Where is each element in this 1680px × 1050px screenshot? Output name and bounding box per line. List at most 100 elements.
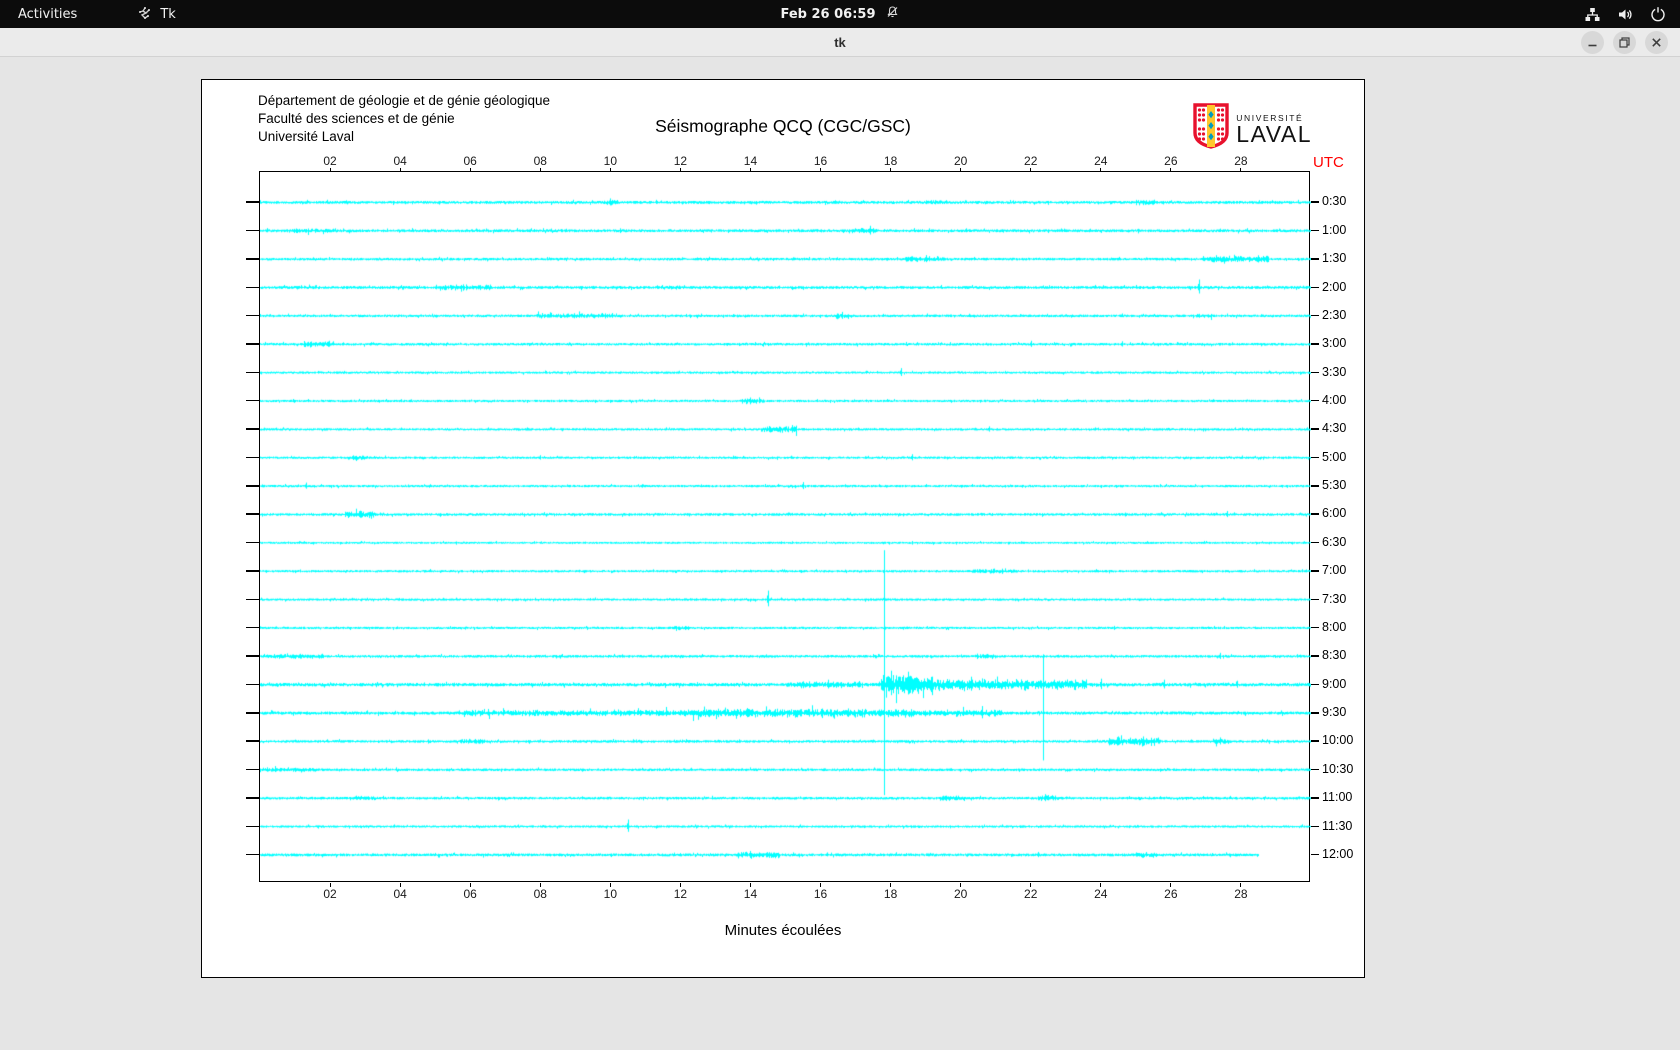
row-tick-right [1311, 797, 1319, 799]
x-tick-label: 08 [533, 154, 547, 168]
row-tick-left [246, 853, 260, 856]
row-tick-left [246, 598, 260, 601]
x-tick-label: 08 [533, 887, 547, 901]
window-titlebar[interactable]: tk [0, 28, 1680, 57]
row-tick-right [1311, 258, 1319, 260]
x-tick-label: 04 [393, 887, 407, 901]
x-tick [1240, 168, 1242, 172]
row-tick-right [1311, 740, 1319, 742]
x-tick [609, 168, 611, 172]
x-tick-label: 02 [323, 154, 337, 168]
x-tick-label: 02 [323, 887, 337, 901]
x-tick-label: 10 [603, 154, 618, 168]
minimize-button[interactable] [1581, 31, 1604, 54]
row-tick-left [246, 797, 260, 799]
volume-icon [1617, 6, 1634, 23]
close-button[interactable] [1645, 31, 1668, 54]
row-tick-left [246, 541, 260, 544]
row-tick-left [246, 201, 260, 203]
x-tick [1100, 168, 1102, 172]
activities-button[interactable]: Activities [0, 0, 95, 28]
app-menu-label: Tk [160, 6, 176, 22]
row-tick-left [246, 570, 260, 572]
x-tick-label: 10 [603, 887, 618, 901]
x-tick-label: 06 [463, 154, 477, 168]
row-tick-right [1311, 626, 1319, 629]
row-tick-right [1311, 343, 1319, 345]
row-tick-right [1311, 428, 1319, 430]
utc-time-label: 9:30 [1322, 705, 1347, 720]
utc-time-label: 4:30 [1322, 421, 1347, 436]
x-tick-label: 12 [673, 154, 688, 168]
row-tick-left [246, 626, 260, 629]
utc-time-label: 8:00 [1322, 619, 1347, 634]
row-tick-left [246, 712, 260, 714]
x-tick-label: 26 [1164, 887, 1178, 901]
row-tick-right [1311, 655, 1319, 657]
row-tick-left [246, 740, 260, 742]
notifications-muted-icon [886, 5, 900, 23]
utc-time-label: 4:00 [1322, 392, 1347, 407]
x-tick-label: 22 [1024, 154, 1038, 168]
window-title: tk [834, 34, 846, 50]
utc-time-label: 11:00 [1322, 790, 1353, 805]
row-tick-left [246, 286, 260, 288]
row-tick-right [1311, 456, 1319, 459]
clock-button[interactable]: Feb 26 06:59 [781, 0, 900, 28]
row-tick-right [1311, 853, 1319, 856]
x-tick-label: 14 [743, 154, 758, 168]
x-axis-title: Minutes écoulées [724, 922, 842, 939]
x-tick-label: 14 [743, 887, 758, 901]
app-menu-button[interactable]: Tk [137, 6, 176, 22]
row-tick-left [246, 513, 260, 515]
page-title: Séismographe QCQ (CGC/GSC) [655, 116, 911, 136]
utc-time-label: 2:30 [1322, 307, 1347, 322]
row-tick-left [246, 343, 260, 345]
utc-time-label: 0:30 [1322, 194, 1347, 209]
row-tick-left [246, 456, 260, 459]
x-tick-label: 28 [1234, 154, 1248, 168]
utc-time-label: 10:00 [1322, 733, 1354, 748]
x-tick-label: 24 [1094, 154, 1108, 168]
utc-time-label: 3:00 [1322, 336, 1347, 351]
utc-time-label: 9:00 [1322, 676, 1347, 691]
row-tick-left [246, 768, 260, 771]
window-content: Département de géologie et de génie géol… [0, 58, 1680, 1050]
gnome-top-bar: Activities Tk Feb 26 06:59 [0, 0, 1680, 28]
row-tick-left [246, 399, 260, 402]
x-tick-label: 04 [393, 154, 407, 168]
power-icon [1650, 6, 1666, 22]
x-tick [749, 168, 751, 172]
x-tick [469, 168, 471, 172]
x-tick [539, 168, 541, 172]
utc-time-label: 6:00 [1322, 506, 1347, 521]
row-tick-left [246, 314, 260, 317]
row-tick-right [1311, 485, 1319, 487]
row-tick-right [1311, 371, 1319, 374]
x-tick [820, 168, 822, 172]
row-tick-right [1311, 399, 1319, 402]
utc-time-label: 1:00 [1322, 222, 1347, 237]
x-tick [890, 168, 892, 172]
utc-time-label: 7:00 [1322, 563, 1347, 578]
row-tick-left [246, 825, 260, 828]
laval-logo-text: UNIVERSITÉ LAVAL [1236, 113, 1312, 146]
utc-time-label: 5:00 [1322, 449, 1347, 464]
row-tick-right [1311, 314, 1319, 317]
row-tick-right [1311, 541, 1319, 544]
x-tick [679, 168, 681, 172]
row-tick-right [1311, 513, 1319, 515]
row-tick-right [1311, 712, 1319, 714]
system-status-area[interactable] [1584, 0, 1666, 28]
row-tick-left [246, 428, 260, 430]
x-tick-label: 06 [463, 887, 477, 901]
tk-app-icon [137, 6, 153, 22]
maximize-button[interactable] [1613, 31, 1636, 54]
row-tick-right [1311, 683, 1319, 686]
x-tick-label: 28 [1234, 887, 1248, 901]
seismograph-canvas-frame: Département de géologie et de génie géol… [201, 79, 1365, 978]
row-tick-right [1311, 570, 1319, 572]
row-tick-right [1311, 598, 1319, 601]
row-tick-right [1311, 768, 1319, 771]
x-tick-label: 16 [813, 154, 828, 168]
